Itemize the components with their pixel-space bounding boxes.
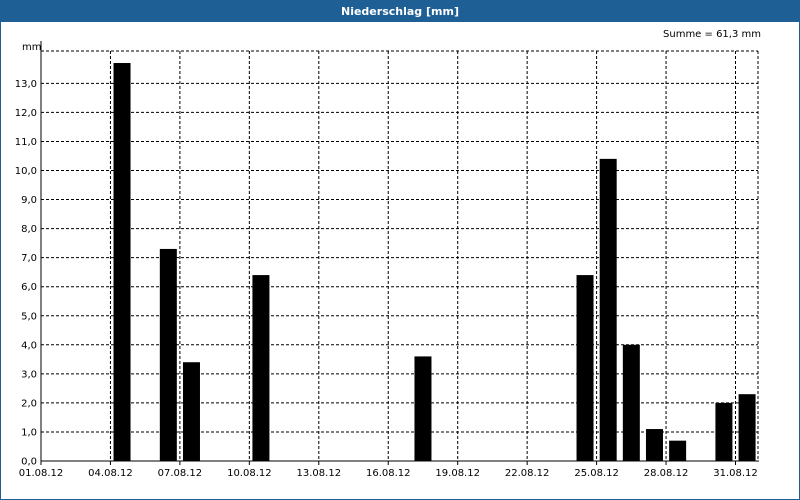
x-tick-label: 28.08.12 <box>644 468 689 479</box>
precipitation-bar <box>715 402 733 461</box>
y-tick-label: 0,0 <box>21 457 37 468</box>
y-tick-label: 2,0 <box>21 398 37 409</box>
x-tick-label: 07.08.12 <box>158 468 203 479</box>
x-tick-label: 10.08.12 <box>227 468 272 479</box>
x-tick-label: 25.08.12 <box>574 468 619 479</box>
precipitation-bar <box>576 275 594 461</box>
y-tick-label: 12,0 <box>15 108 37 119</box>
y-tick-label: 6,0 <box>21 282 37 293</box>
x-tick-label: 22.08.12 <box>505 468 550 479</box>
x-tick-label: 01.08.12 <box>19 468 64 479</box>
y-tick-label: 7,0 <box>21 253 37 264</box>
precipitation-bar <box>738 394 756 461</box>
y-tick-label: 4,0 <box>21 340 37 351</box>
y-tick-label: 5,0 <box>21 311 37 322</box>
precipitation-bar <box>252 275 270 461</box>
y-tick-label: 10,0 <box>15 166 37 177</box>
precipitation-bar <box>645 429 663 461</box>
precipitation-bar <box>182 362 200 461</box>
x-tick-label: 04.08.12 <box>88 468 133 479</box>
precipitation-sum-label: Summe = 61,3 mm <box>663 29 761 40</box>
y-tick-label: 3,0 <box>21 369 37 380</box>
x-tick-label: 19.08.12 <box>435 468 480 479</box>
precipitation-bar-chart: 0,0 1,0 2,0 3,0 4,0 5,0 6,0 7,0 8,0 9,0 10,0 11,0 12… <box>15 29 761 479</box>
precipitation-bar <box>622 344 640 461</box>
precipitation-bar <box>669 440 687 461</box>
y-tick-label: 8,0 <box>21 224 37 235</box>
y-axis-unit-label: mm <box>22 42 41 53</box>
precipitation-bar <box>414 356 432 461</box>
y-tick-label: 9,0 <box>21 195 37 206</box>
precipitation-bar <box>159 248 177 461</box>
y-tick-label: 11,0 <box>15 137 37 148</box>
x-tick-label: 16.08.12 <box>366 468 411 479</box>
precipitation-bar <box>599 158 617 461</box>
precipitation-bar <box>113 63 131 461</box>
x-tick-label: 31.08.12 <box>713 468 758 479</box>
y-tick-label: 13,0 <box>15 79 37 90</box>
y-tick-label: 1,0 <box>21 427 37 438</box>
x-tick-label: 13.08.12 <box>297 468 342 479</box>
